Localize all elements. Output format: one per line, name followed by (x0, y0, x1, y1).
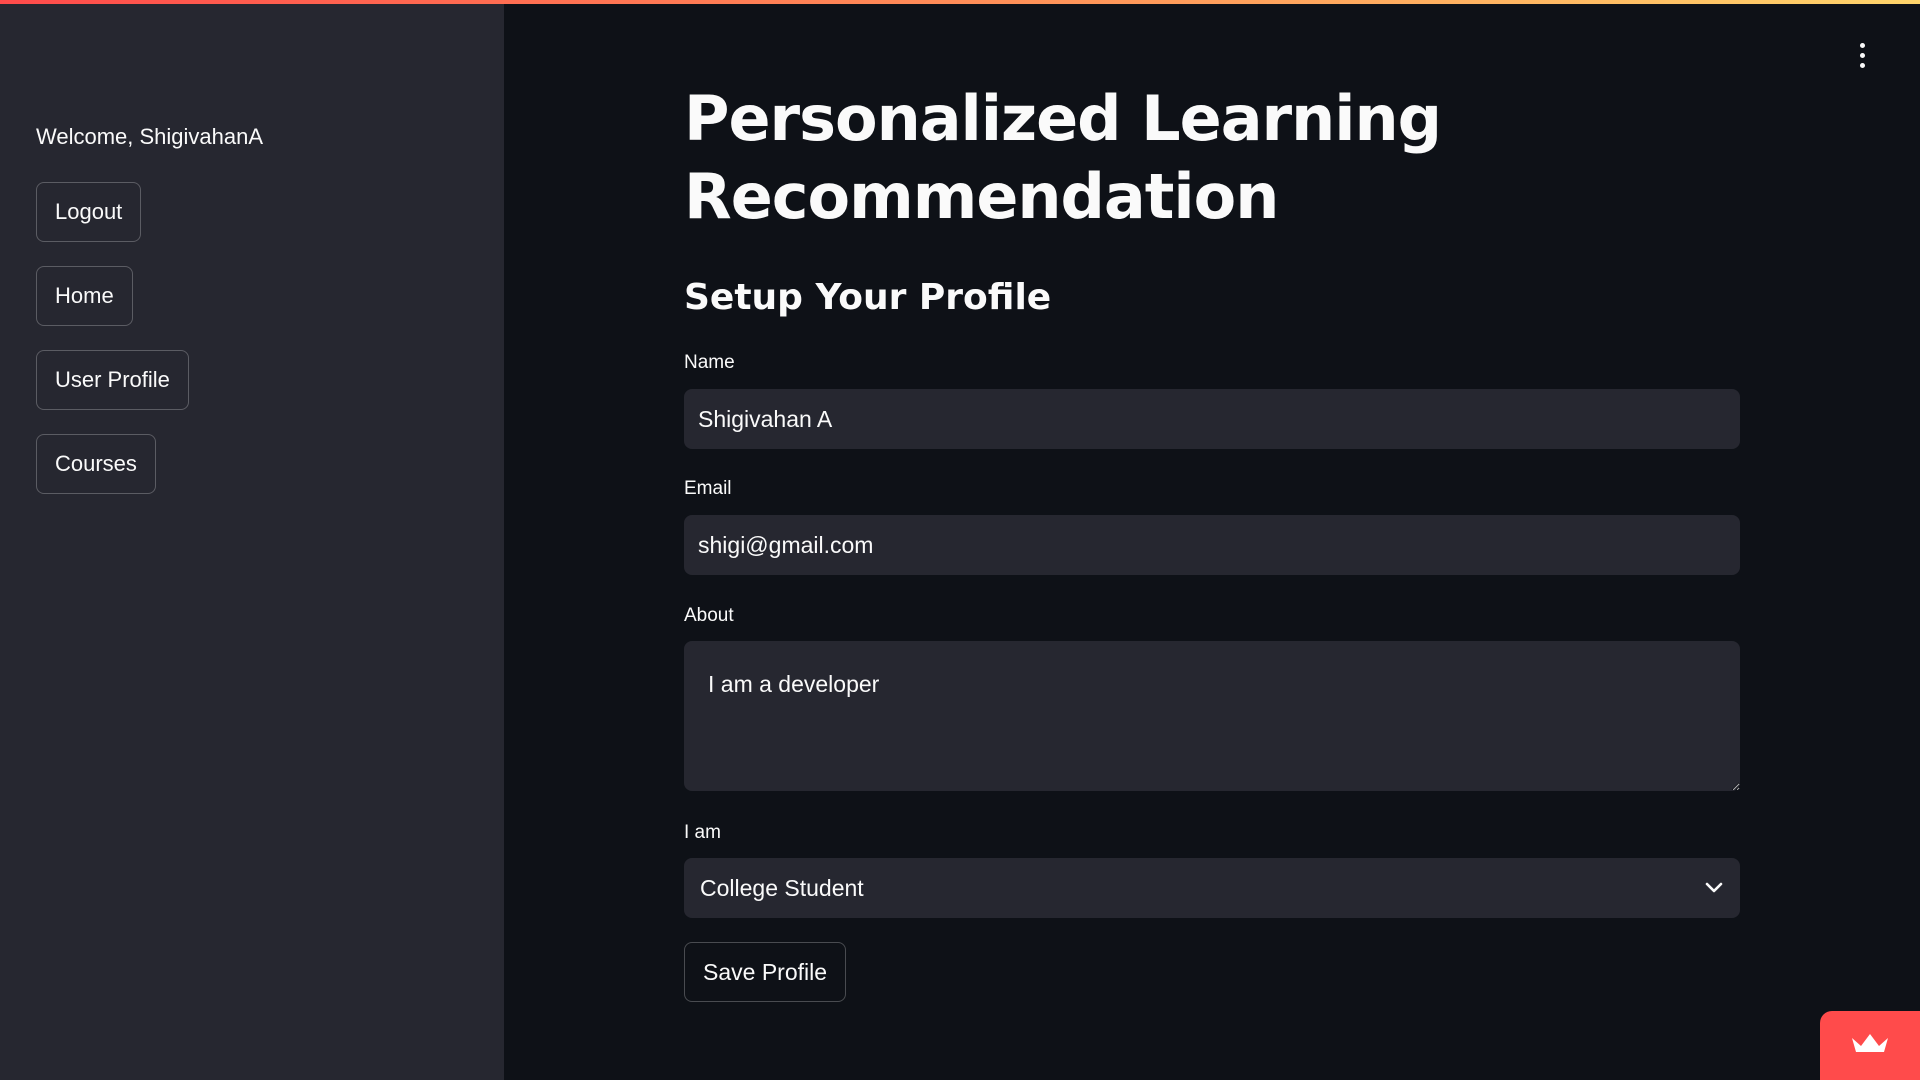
about-label: About (684, 605, 734, 626)
home-button[interactable]: Home (36, 266, 133, 326)
name-label: Name (684, 352, 735, 373)
name-input[interactable] (684, 389, 1740, 449)
role-select[interactable]: College Student (684, 858, 1740, 918)
top-decoration-bar (0, 0, 1920, 4)
courses-button[interactable]: Courses (36, 434, 156, 494)
email-label: Email (684, 478, 732, 499)
streamlit-crown-icon (1849, 1030, 1891, 1061)
email-input[interactable] (684, 515, 1740, 575)
menu-dot (1859, 42, 1865, 48)
about-textarea[interactable]: I am a developer (684, 641, 1740, 791)
logout-button[interactable]: Logout (36, 182, 142, 242)
role-select-value: College Student (700, 874, 864, 901)
section-title: Setup Your Profile (684, 277, 1052, 318)
sidebar: Welcome, ShigivahanA Logout Home User Pr… (0, 0, 504, 1080)
chevron-down-icon (1704, 878, 1724, 898)
streamlit-badge[interactable] (1820, 1011, 1920, 1080)
menu-dot (1859, 62, 1865, 68)
more-vertical-icon[interactable] (1850, 40, 1874, 70)
welcome-text: Welcome, ShigivahanA (36, 124, 264, 149)
user-profile-button[interactable]: User Profile (36, 350, 189, 410)
menu-dot (1859, 52, 1865, 58)
role-label: I am (684, 822, 721, 843)
page-title: Personalized Learning Recommendation (684, 82, 1442, 233)
save-profile-button[interactable]: Save Profile (684, 942, 847, 1002)
